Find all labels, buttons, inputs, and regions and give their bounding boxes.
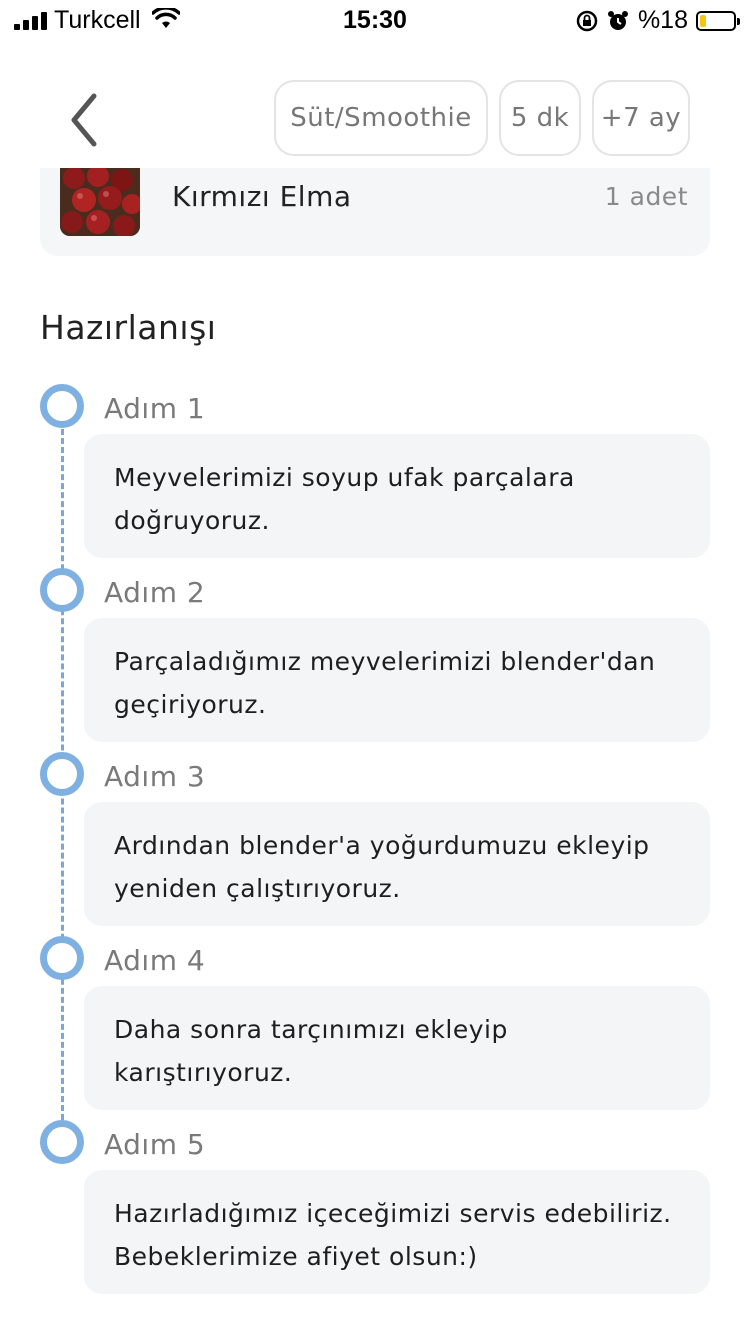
step-label: Adım 3 [104,760,206,793]
category-chip: Süt/Smoothie [274,80,488,156]
duration-chip: 5 dk [499,80,581,156]
step-label: Adım 4 [104,944,206,977]
step-label: Adım 1 [104,392,206,425]
step-label: Adım 2 [104,576,206,609]
status-right: %18 [576,6,740,35]
ingredient-quantity: 1 adet [604,182,688,211]
step-marker-icon [40,384,84,428]
alarm-icon [607,10,628,30]
back-button[interactable] [62,90,112,150]
red-apples-image [60,168,140,236]
step-marker-icon [40,568,84,612]
battery-percent: %18 [637,6,688,34]
step-marker-icon [40,1120,84,1164]
recipe-detail-screen: Turkcell 15:30 %18 Süt/Smoothie 5 dk +7 … [0,0,750,1334]
step-label: Adım 5 [104,1128,206,1161]
battery-level [700,14,706,27]
age-chip: +7 ay [592,80,690,156]
step-marker-icon [40,752,84,796]
step-marker-icon [40,936,84,980]
step-text: Ardından blender'a yoğurdumuzu ekleyip y… [84,802,710,926]
step-text: Daha sonra tarçınımızı ekleyip karıştırı… [84,986,710,1110]
step-text: Meyvelerimizi soyup ufak parçalara doğru… [84,434,710,558]
preparation-title: Hazırlanışı [40,308,217,347]
step-text: Parçaladığımız meyvelerimizi blender'dan… [84,618,710,742]
ingredient-row: Kırmızı Elma 1 adet [40,168,710,256]
step-text: Hazırladığımız içeceğimizi servis edebil… [84,1170,710,1294]
status-bar: Turkcell 15:30 %18 [0,0,750,40]
battery-icon [696,10,740,31]
ingredient-thumbnail [60,168,140,236]
ingredient-name: Kırmızı Elma [172,180,352,213]
orientation-lock-icon [576,10,598,31]
chevron-left-icon [71,93,97,147]
